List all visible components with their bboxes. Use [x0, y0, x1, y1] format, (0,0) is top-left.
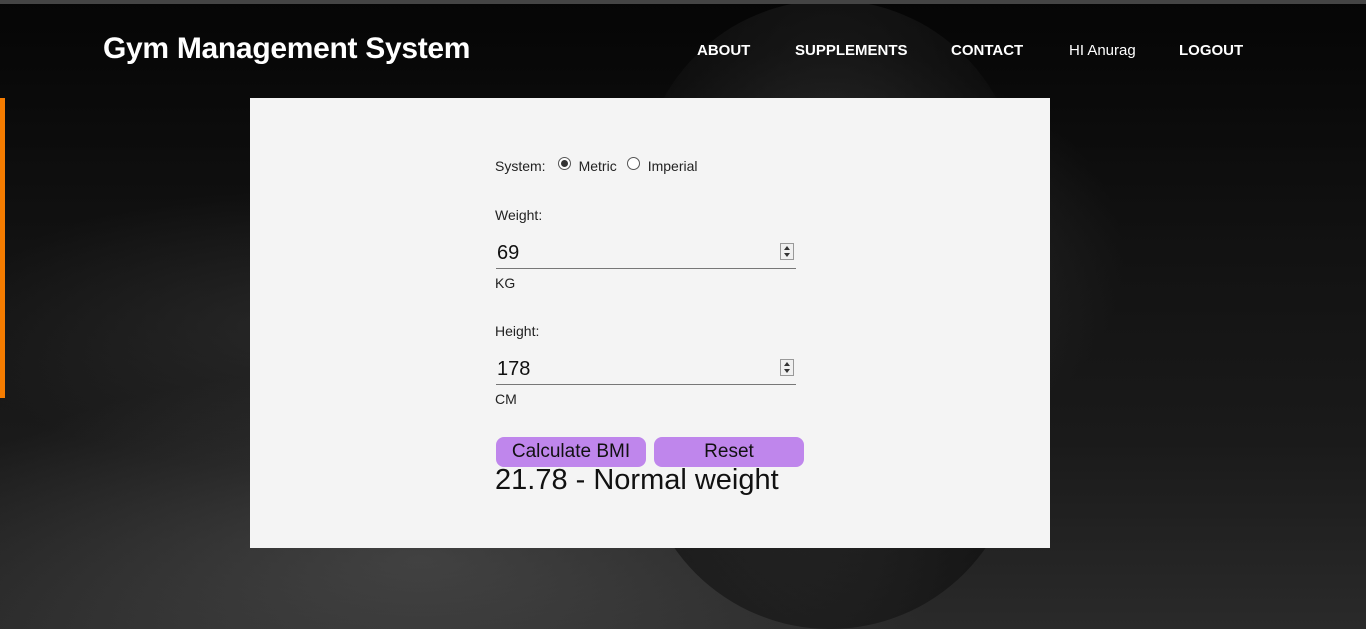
- weight-spinner[interactable]: [780, 243, 794, 260]
- main-nav: ABOUT SUPPLEMENTS CONTACT HI Anurag LOGO…: [0, 42, 1366, 62]
- system-selector: System: Metric Imperial: [495, 156, 698, 174]
- nav-about[interactable]: ABOUT: [697, 42, 750, 59]
- nav-logout[interactable]: LOGOUT: [1179, 42, 1243, 59]
- height-spinner[interactable]: [780, 359, 794, 376]
- weight-value[interactable]: 69: [497, 242, 519, 265]
- bmi-result: 21.78 - Normal weight: [495, 464, 779, 496]
- weight-unit: KG: [495, 275, 516, 291]
- height-input[interactable]: 178: [496, 352, 796, 385]
- height-label: Height:: [495, 323, 540, 339]
- metric-radio[interactable]: [557, 156, 571, 170]
- reset-button[interactable]: Reset: [654, 437, 804, 467]
- weight-label: Weight:: [495, 207, 543, 223]
- weight-input[interactable]: 69: [496, 236, 796, 269]
- user-greeting: HI Anurag: [1069, 42, 1136, 59]
- nav-contact[interactable]: CONTACT: [951, 42, 1023, 59]
- site-header: Gym Management System ABOUT SUPPLEMENTS …: [0, 4, 1366, 98]
- imperial-label[interactable]: Imperial: [648, 158, 698, 174]
- system-label: System:: [495, 158, 546, 174]
- height-value[interactable]: 178: [497, 358, 530, 381]
- metric-label[interactable]: Metric: [579, 158, 617, 174]
- accent-bar: [0, 98, 5, 398]
- bmi-card: System: Metric Imperial Weight: 69 KG He…: [250, 98, 1050, 548]
- height-unit: CM: [495, 391, 517, 407]
- nav-supplements[interactable]: SUPPLEMENTS: [795, 42, 908, 59]
- imperial-radio[interactable]: [626, 156, 640, 170]
- calculate-bmi-button[interactable]: Calculate BMI: [496, 437, 646, 467]
